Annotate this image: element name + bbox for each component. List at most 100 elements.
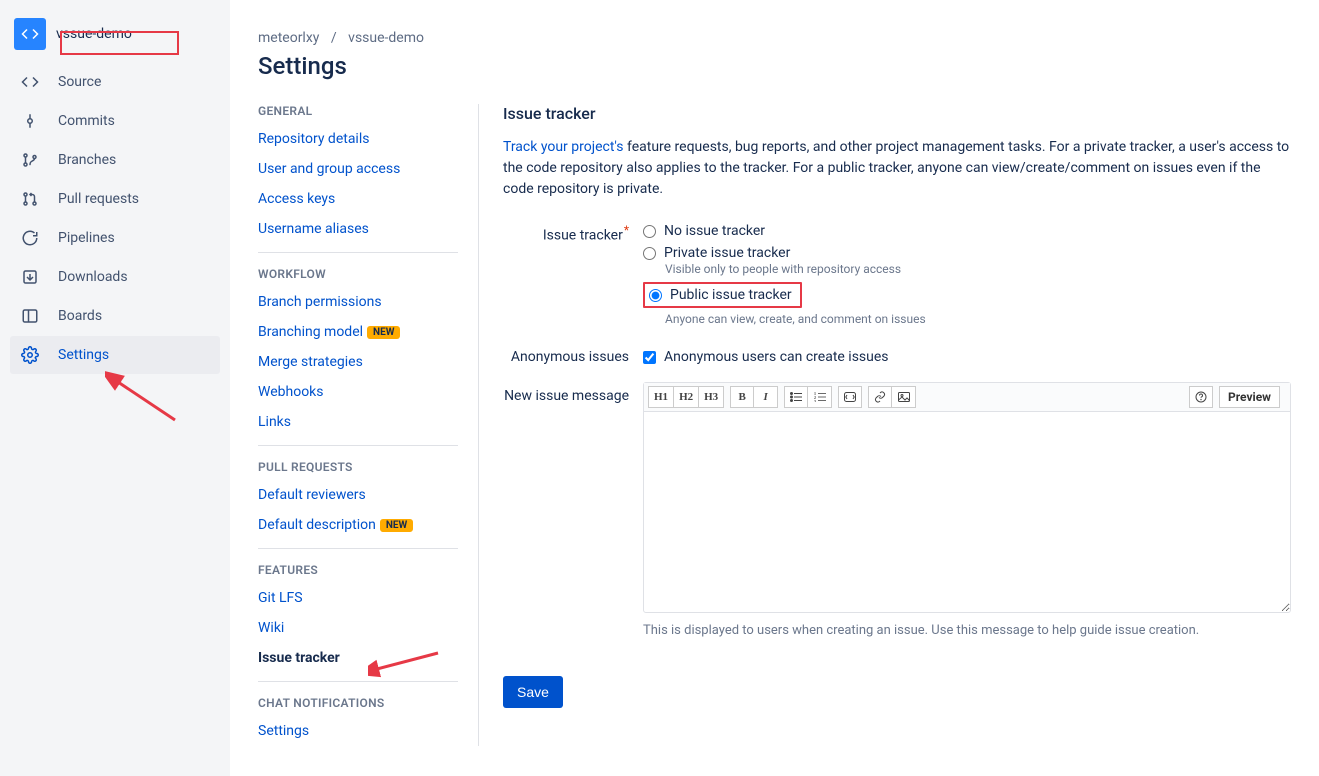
nav-pull-requests[interactable]: Pull requests <box>10 180 220 218</box>
submenu-wiki[interactable]: Wiki <box>258 613 458 643</box>
nav-label: Commits <box>58 113 115 129</box>
nav-pipelines[interactable]: Pipelines <box>10 219 220 257</box>
submenu-default-reviewers[interactable]: Default reviewers <box>258 480 458 510</box>
new-issue-msg-field: H1 H2 H3 B I 123 <box>643 382 1291 638</box>
submenu-merge-strategies[interactable]: Merge strategies <box>258 347 458 377</box>
h3-button[interactable]: H3 <box>699 386 724 408</box>
label-text: Issue tracker <box>543 228 623 244</box>
new-badge: NEW <box>367 326 400 339</box>
help-button[interactable] <box>1189 386 1213 408</box>
italic-button[interactable]: I <box>754 386 778 408</box>
image-button[interactable] <box>892 386 916 408</box>
nav-label: Branches <box>58 152 116 168</box>
breadcrumb-owner[interactable]: meteorlxy <box>258 30 319 46</box>
settings-pane: Issue tracker Track your project's featu… <box>478 104 1291 746</box>
submenu-section-chat: CHAT NOTIFICATIONS <box>258 681 458 716</box>
breadcrumb: meteorlxy / vssue-demo <box>258 30 1291 46</box>
bullet-list-button[interactable] <box>784 386 808 408</box>
pane-title: Issue tracker <box>503 104 1291 123</box>
nav-label: Boards <box>58 308 102 324</box>
nav-label: Pull requests <box>58 191 139 207</box>
repo-name: vssue-demo <box>56 26 132 42</box>
link-button[interactable] <box>868 386 892 408</box>
submenu-section-prs: PULL REQUESTS <box>258 445 458 480</box>
nav-downloads[interactable]: Downloads <box>10 258 220 296</box>
nav-label: Downloads <box>58 269 128 285</box>
submenu-section-workflow: WORKFLOW <box>258 252 458 287</box>
nav-label: Source <box>58 74 101 90</box>
h2-button[interactable]: H2 <box>674 386 699 408</box>
submenu-user-group-access[interactable]: User and group access <box>258 154 458 184</box>
submenu-default-description[interactable]: Default description NEW <box>258 510 458 540</box>
nav-settings[interactable]: Settings <box>10 336 220 374</box>
bullet-list-icon <box>790 392 802 402</box>
submenu-label: Branching model <box>258 324 363 340</box>
submenu-label: Default description <box>258 517 376 533</box>
field-label-anonymous: Anonymous issues <box>503 346 643 368</box>
radio-label: Private issue tracker <box>664 245 790 261</box>
code-icon <box>21 73 39 91</box>
nav-boards[interactable]: Boards <box>10 297 220 335</box>
checkbox-input[interactable] <box>643 351 656 364</box>
h1-button[interactable]: H1 <box>648 386 674 408</box>
radio-input[interactable] <box>643 225 656 238</box>
preview-button[interactable]: Preview <box>1219 386 1280 408</box>
svg-text:3: 3 <box>814 399 816 402</box>
new-badge: NEW <box>380 519 413 532</box>
submenu-branching-model[interactable]: Branching model NEW <box>258 317 458 347</box>
commit-icon <box>21 112 39 130</box>
radio-private-tracker[interactable]: Private issue tracker <box>643 242 1291 264</box>
submenu-repo-details[interactable]: Repository details <box>258 124 458 154</box>
nav-source[interactable]: Source <box>10 63 220 101</box>
branch-icon <box>21 151 39 169</box>
field-label-issue-tracker: Issue tracker* <box>503 220 643 332</box>
radio-label: No issue tracker <box>664 223 765 239</box>
bold-button[interactable]: B <box>730 386 754 408</box>
track-project-link[interactable]: Track your project's <box>503 139 624 155</box>
repo-header[interactable]: vssue-demo <box>10 14 220 62</box>
submenu-links[interactable]: Links <box>258 407 458 437</box>
submenu-git-lfs[interactable]: Git LFS <box>258 583 458 613</box>
code-icon <box>844 392 856 402</box>
radio-label: Public issue tracker <box>670 287 792 303</box>
submenu-chat-settings[interactable]: Settings <box>258 716 458 746</box>
submenu-username-aliases[interactable]: Username aliases <box>258 214 458 244</box>
code-button[interactable] <box>838 386 862 408</box>
annotation-highlight-public: Public issue tracker <box>643 282 802 308</box>
link-icon <box>874 391 886 403</box>
gear-icon <box>21 346 39 364</box>
submenu-section-features: FEATURES <box>258 548 458 583</box>
code-icon <box>21 25 39 43</box>
ordered-list-button[interactable]: 123 <box>808 386 832 408</box>
nav-label: Settings <box>58 347 109 363</box>
radio-input[interactable] <box>649 289 662 302</box>
download-icon <box>21 268 39 286</box>
nav-commits[interactable]: Commits <box>10 102 220 140</box>
repo-avatar <box>14 18 46 50</box>
help-icon <box>1195 391 1207 403</box>
anonymous-checkbox-row[interactable]: Anonymous users can create issues <box>643 346 1291 368</box>
nav-list: Source Commits Branches Pull requests Pi… <box>10 63 220 374</box>
image-icon <box>898 392 910 402</box>
issue-tracker-radios: No issue tracker Private issue tracker V… <box>643 220 1291 332</box>
submenu-issue-tracker[interactable]: Issue tracker <box>258 643 458 673</box>
annotation-arrow <box>105 370 185 430</box>
save-button[interactable]: Save <box>503 676 563 708</box>
main-content: meteorlxy / vssue-demo Settings GENERAL … <box>230 0 1319 776</box>
submenu-webhooks[interactable]: Webhooks <box>258 377 458 407</box>
submenu-section-general: GENERAL <box>258 104 458 124</box>
submenu-access-keys[interactable]: Access keys <box>258 184 458 214</box>
rich-text-editor: H1 H2 H3 B I 123 <box>643 382 1291 613</box>
field-label-new-issue-msg: New issue message <box>503 382 643 638</box>
pane-description: Track your project's feature requests, b… <box>503 137 1291 200</box>
radio-input[interactable] <box>643 247 656 260</box>
breadcrumb-repo[interactable]: vssue-demo <box>348 30 424 46</box>
field-help-text: This is displayed to users when creating… <box>643 623 1291 638</box>
nav-branches[interactable]: Branches <box>10 141 220 179</box>
submenu-branch-permissions[interactable]: Branch permissions <box>258 287 458 317</box>
ordered-list-icon: 123 <box>814 392 826 402</box>
editor-textarea[interactable] <box>644 412 1290 612</box>
settings-submenu: GENERAL Repository details User and grou… <box>258 104 478 746</box>
pull-request-icon <box>21 190 39 208</box>
radio-no-tracker[interactable]: No issue tracker <box>643 220 1291 242</box>
